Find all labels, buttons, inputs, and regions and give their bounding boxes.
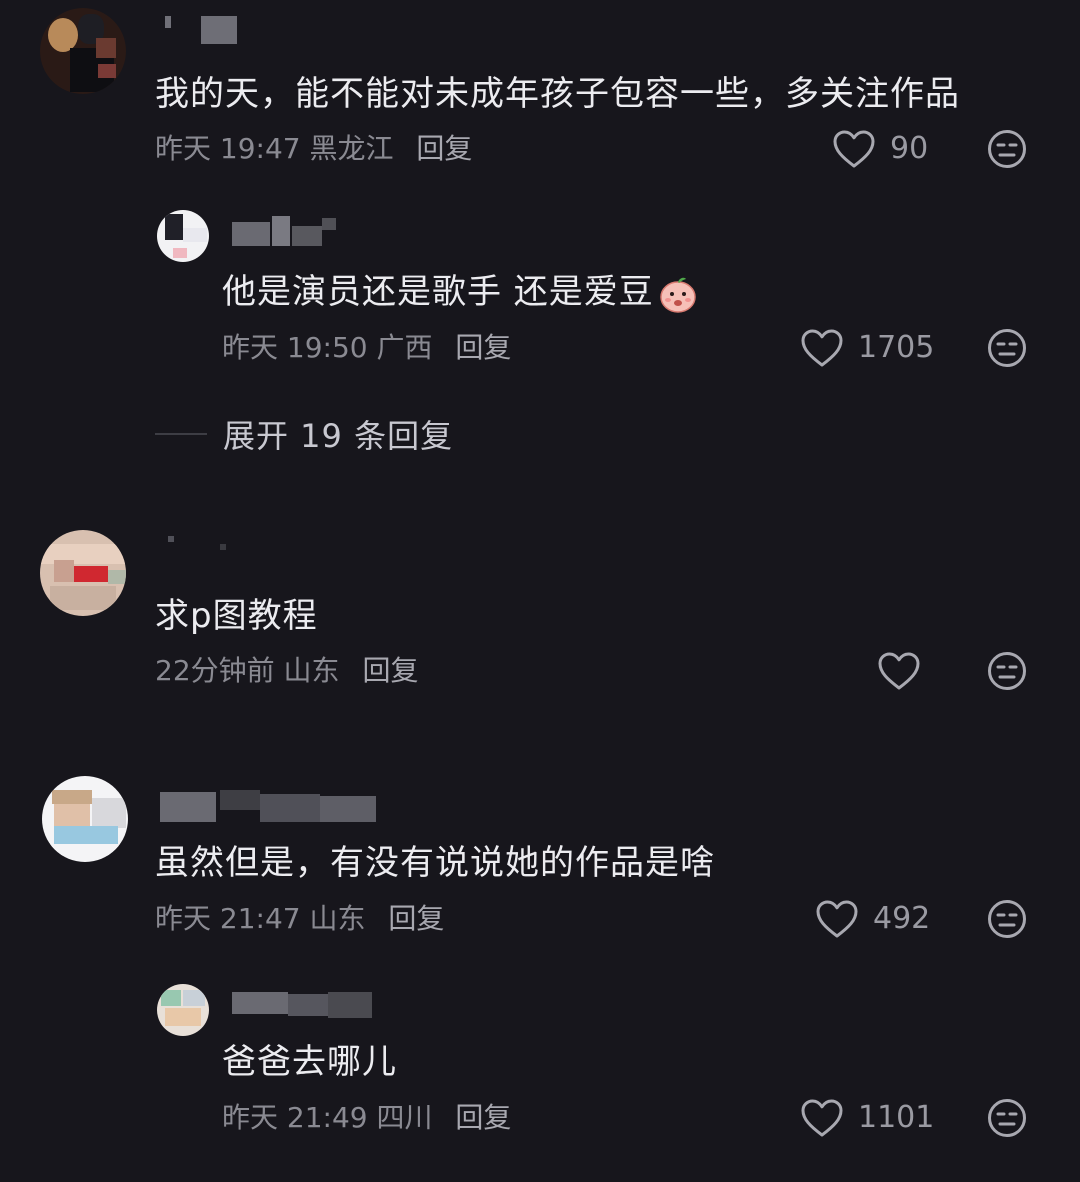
comment-meta: 昨天 21:47 山东 回复 (155, 901, 444, 937)
meh-face-icon[interactable] (987, 328, 1027, 368)
like-count: 90 (890, 131, 929, 166)
comment-location: 四川 (376, 1101, 433, 1134)
avatar[interactable] (40, 530, 126, 616)
reply-button[interactable]: 回复 (388, 902, 444, 935)
expand-replies-label: 展开 19 条回复 (223, 417, 454, 455)
comment-time: 昨天 21:47 (155, 902, 301, 935)
comment-text: 求p图教程 (155, 596, 318, 636)
avatar[interactable] (157, 210, 209, 262)
username-blurred[interactable] (160, 534, 240, 568)
comment-text: 我的天，能不能对未成年孩子包容一些，多关注作品 (155, 74, 960, 114)
reply-button[interactable]: 回复 (455, 1101, 511, 1134)
heart-outline-icon (801, 329, 843, 367)
heart-outline-icon (816, 900, 858, 938)
like-count: 1101 (858, 1100, 935, 1135)
like-button[interactable] (877, 649, 921, 693)
like-count: 1705 (858, 330, 935, 365)
peach-emoji-icon (660, 277, 696, 313)
comment-location: 黑龙江 (309, 132, 394, 165)
comment-time: 22分钟前 (155, 654, 275, 687)
comment-2-reply: 他是演员还是歌手 还是爱豆 昨天 19:50 广西 回复 1705 (0, 190, 1080, 390)
comment-3: 求p图教程 22分钟前 山东 回复 (0, 520, 1080, 720)
username-blurred[interactable] (160, 788, 400, 822)
comment-time: 昨天 21:49 (222, 1101, 368, 1134)
comment-meta: 昨天 19:47 黑龙江 回复 (155, 131, 472, 167)
meh-face-icon[interactable] (987, 651, 1027, 691)
comment-text: 爸爸去哪儿 (222, 1042, 397, 1082)
comment-location: 广西 (376, 331, 433, 364)
divider (155, 433, 207, 435)
comment-location: 山东 (283, 654, 340, 687)
avatar[interactable] (40, 8, 126, 94)
heart-outline-icon (833, 130, 875, 168)
reply-button[interactable]: 回复 (362, 654, 418, 687)
comment-4: 虽然但是，有没有说说她的作品是啥 昨天 21:47 山东 回复 492 (0, 770, 1080, 970)
avatar[interactable] (157, 984, 209, 1036)
comment-location: 山东 (309, 902, 366, 935)
like-button[interactable]: 90 (832, 127, 928, 171)
reply-button[interactable]: 回复 (455, 331, 511, 364)
heart-outline-icon (878, 652, 920, 690)
like-count: 492 (873, 901, 931, 936)
comment-meta: 22分钟前 山东 回复 (155, 653, 418, 689)
avatar[interactable] (42, 776, 128, 862)
username-blurred[interactable] (232, 212, 342, 246)
like-button[interactable]: 492 (815, 897, 930, 941)
comment-text: 他是演员还是歌手 还是爱豆 (222, 272, 698, 314)
comment-time: 昨天 19:47 (155, 132, 301, 165)
comment-1: 我的天，能不能对未成年孩子包容一些，多关注作品 昨天 19:47 黑龙江 回复 … (0, 0, 1080, 190)
like-button[interactable]: 1705 (800, 326, 934, 370)
comment-meta: 昨天 19:50 广西 回复 (222, 330, 511, 366)
heart-outline-icon (801, 1099, 843, 1137)
username-blurred[interactable] (232, 986, 382, 1020)
like-button[interactable]: 1101 (800, 1096, 934, 1140)
comment-meta: 昨天 21:49 四川 回复 (222, 1100, 511, 1136)
comment-text: 虽然但是，有没有说说她的作品是啥 (155, 843, 715, 883)
comment-5-reply: 爸爸去哪儿 昨天 21:49 四川 回复 1101 (0, 970, 1080, 1170)
meh-face-icon[interactable] (987, 129, 1027, 169)
reply-button[interactable]: 回复 (416, 132, 472, 165)
meh-face-icon[interactable] (987, 1098, 1027, 1138)
expand-replies-button[interactable]: 展开 19 条回复 (155, 411, 453, 457)
comment-time: 昨天 19:50 (222, 331, 368, 364)
meh-face-icon[interactable] (987, 899, 1027, 939)
username-blurred[interactable] (165, 10, 245, 44)
